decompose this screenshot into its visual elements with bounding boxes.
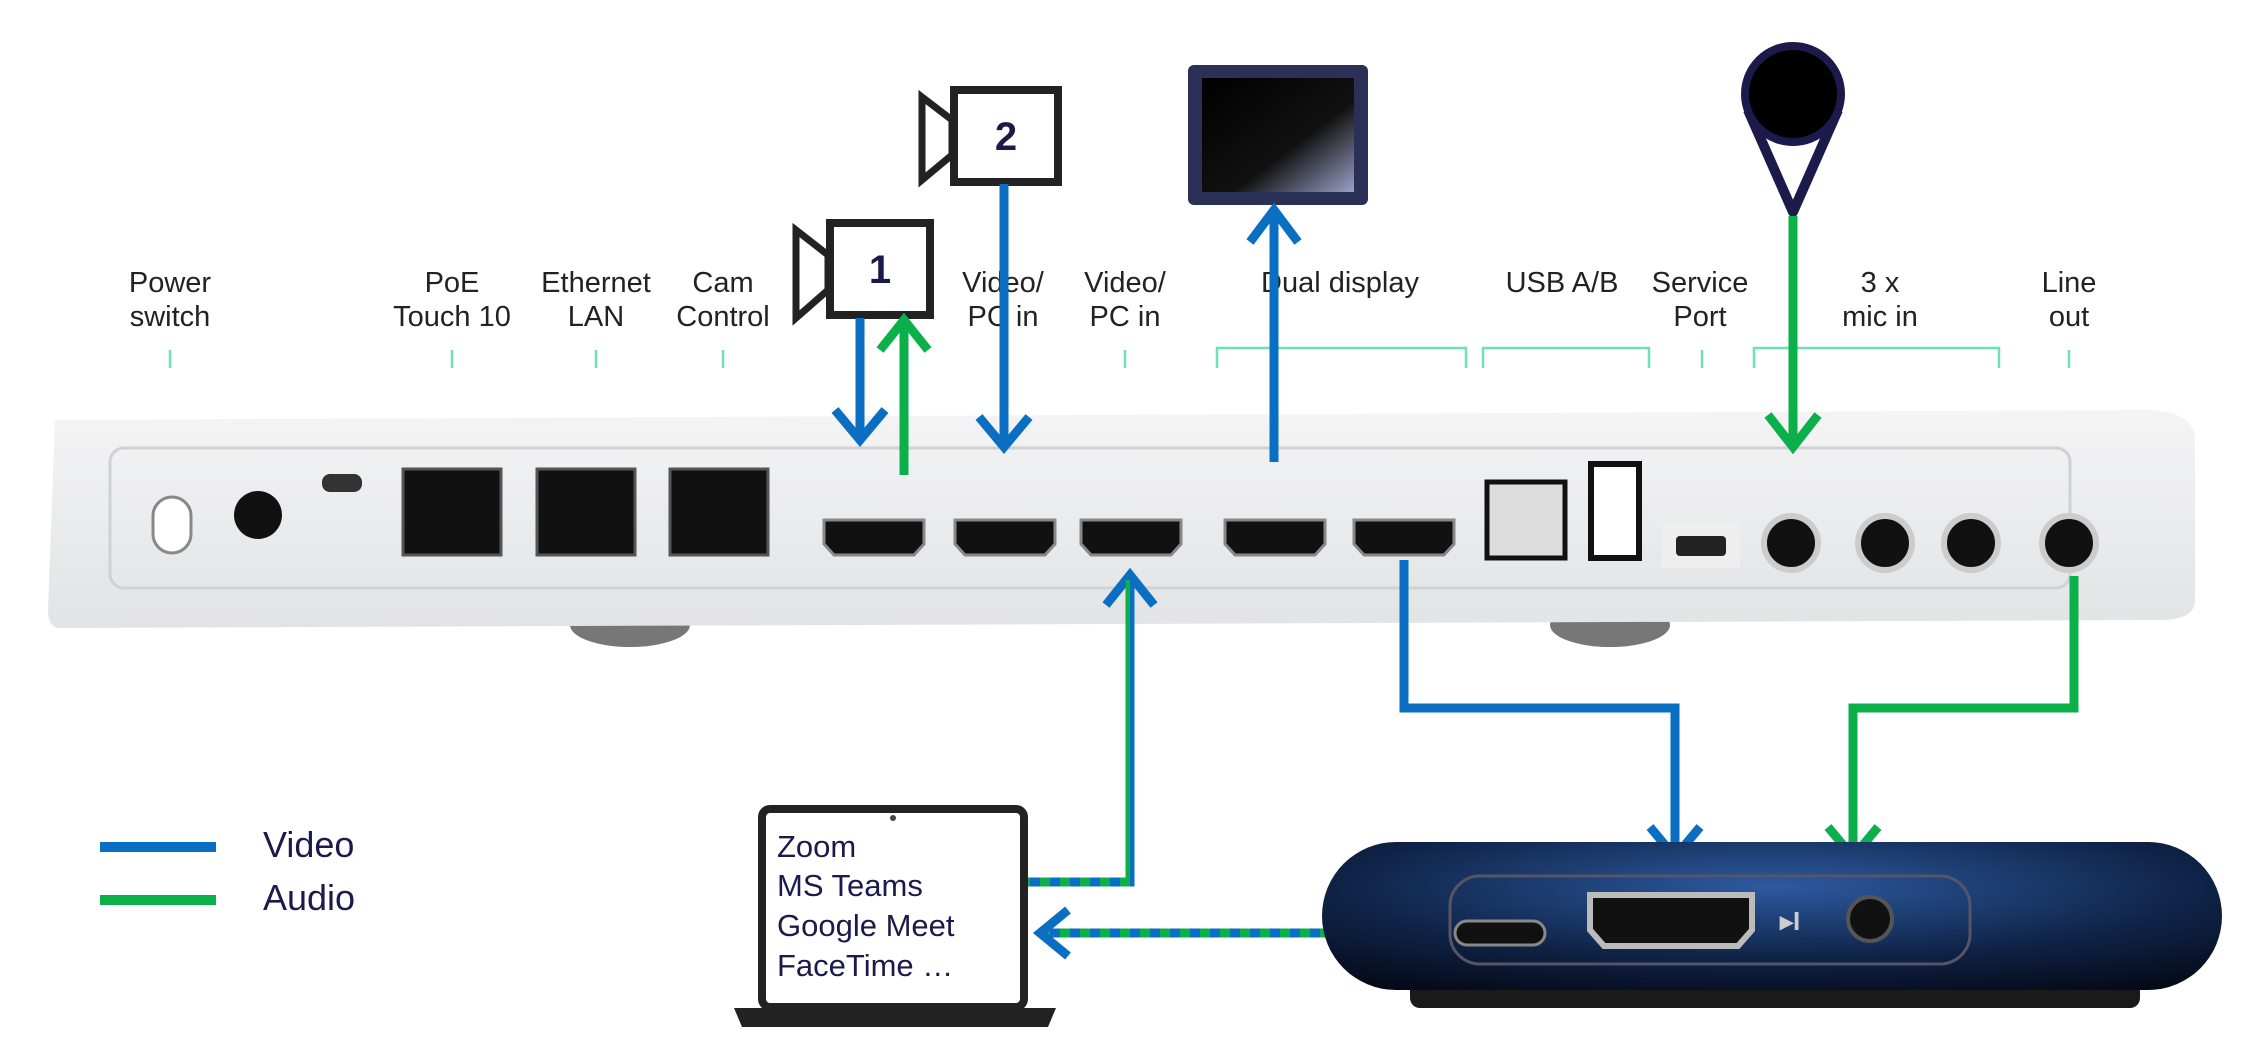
display-screen <box>1188 65 1368 205</box>
label-brackets <box>168 346 2071 368</box>
label-power-switch-2: switch <box>130 301 211 333</box>
label-power-switch: Power <box>129 267 212 299</box>
usb-a-port <box>1588 461 1642 561</box>
label-mic-in-2: mic in <box>1842 301 1918 333</box>
usb-b-port <box>1484 479 1568 561</box>
hdmi-camera-1 <box>822 518 926 557</box>
mic-jack-1 <box>1761 513 1821 573</box>
label-video-in-3: Video/ <box>1084 267 1167 299</box>
label-service-port-2: Port <box>1673 301 1726 333</box>
camera-2-number: 2 <box>995 115 1017 159</box>
capture-device: ▸I <box>1322 842 2222 1008</box>
label-line-out-2: out <box>2049 301 2089 333</box>
power-switch <box>151 495 193 555</box>
hdmi-in-port <box>1587 892 1755 949</box>
mic-jack-2 <box>1855 513 1915 573</box>
camera-2: 2 <box>918 86 1062 188</box>
label-ethernet: Ethernet <box>541 267 651 299</box>
legend-video-label: Video <box>263 824 354 865</box>
port-labels: Power switch PoE Touch 10 Ethernet LAN C… <box>129 267 2097 333</box>
av-wire-laptop-to-codec <box>1027 580 1135 887</box>
codec-device <box>48 410 2195 647</box>
hdmi-ports <box>822 518 1456 557</box>
mic-jack-3 <box>1941 513 2001 573</box>
label-service-port: Service <box>1652 267 1749 299</box>
passthrough-icon: ▸I <box>1779 906 1800 936</box>
line-out-jack <box>2039 513 2099 573</box>
dc-jack <box>234 491 282 539</box>
rj45-poe <box>401 467 503 557</box>
laptop-app-teams: MS Teams <box>777 868 923 903</box>
hdmi-out-2 <box>1352 518 1456 557</box>
label-ethernet-2: LAN <box>568 301 624 333</box>
laptop-app-zoom: Zoom <box>777 829 856 864</box>
microphone-icon <box>1741 42 1845 217</box>
label-cam-control: Cam <box>692 267 753 299</box>
label-poe-2: Touch 10 <box>393 301 511 333</box>
lock-slot <box>322 474 362 492</box>
legend: Video Audio <box>100 824 355 918</box>
video-wire-camera-1 <box>831 318 889 448</box>
camera-1-number: 1 <box>869 248 891 292</box>
label-line-out: Line <box>2042 267 2097 299</box>
laptop-app-facetime: FaceTime … <box>777 948 953 983</box>
hdmi-in-3 <box>1079 518 1183 557</box>
hdmi-in-2 <box>953 518 1057 557</box>
label-poe: PoE <box>425 267 480 299</box>
connection-diagram: Power switch PoE Touch 10 Ethernet LAN C… <box>48 42 2222 1027</box>
camera-1: 1 <box>792 219 934 326</box>
label-dual-display: Dual display <box>1261 267 1419 299</box>
label-usb: USB A/B <box>1506 267 1619 299</box>
usb-c-port <box>1453 919 1547 947</box>
camera-icon <box>792 222 832 326</box>
rj45-ports <box>401 467 770 557</box>
hdmi-out-1 <box>1223 518 1327 557</box>
label-cam-control-2: Control <box>676 301 770 333</box>
rj45-lan <box>535 467 637 557</box>
label-mic-in: 3 x <box>1861 267 1900 299</box>
laptop: Zoom MS Teams Google Meet FaceTime … <box>734 805 1056 1027</box>
legend-audio-label: Audio <box>263 877 355 918</box>
audio-in-port <box>1846 895 1894 943</box>
label-video-in-3b: PC in <box>1090 301 1161 333</box>
camera-icon <box>918 89 956 188</box>
rj45-cam-control <box>668 467 770 557</box>
laptop-app-meet: Google Meet <box>777 908 955 943</box>
